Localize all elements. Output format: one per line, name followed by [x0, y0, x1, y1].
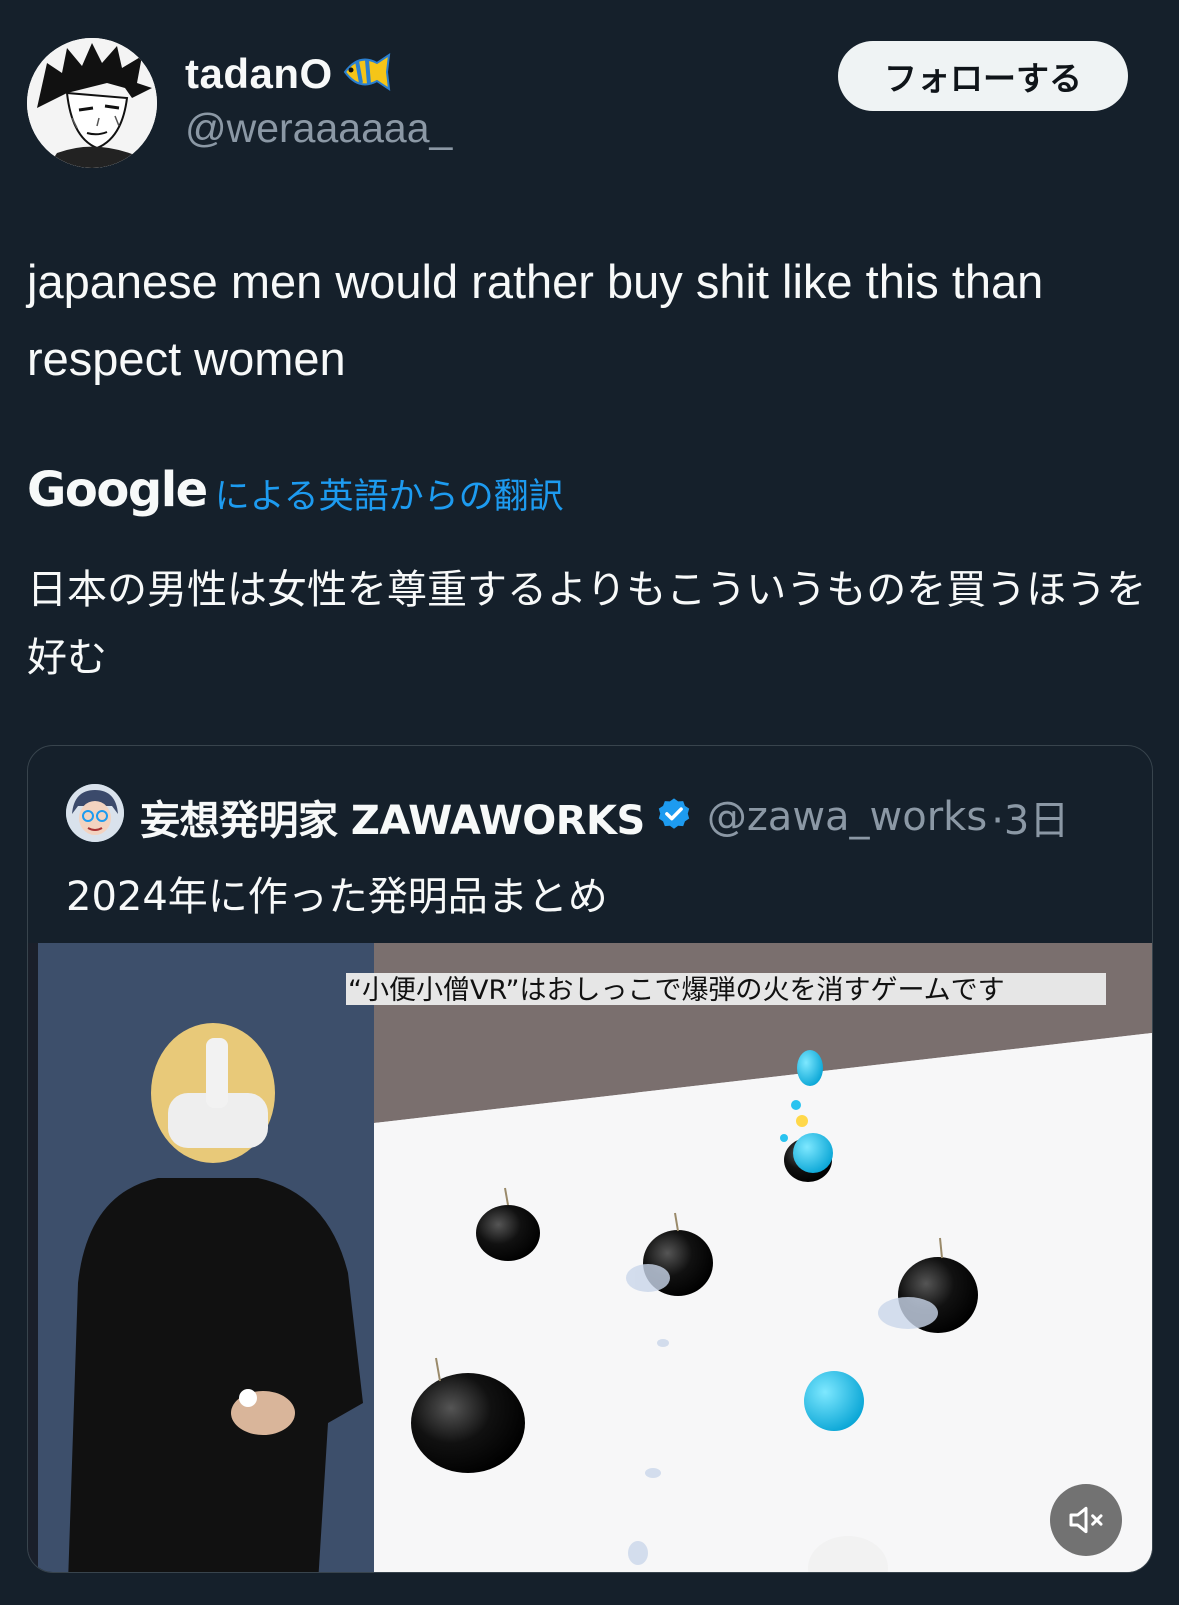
video-caption: “小便小僧VR”はおしっこで爆弾の火を消すゲームです	[348, 975, 1005, 1006]
tweet-text: japanese men would rather buy shit like …	[27, 255, 1044, 385]
quote-text: 2024年に作った発明品まとめ	[66, 874, 608, 920]
video-frame: “小便小僧VR”はおしっこで爆弾の火を消すゲームです	[28, 943, 1152, 1572]
quote-header: 妄想発明家 ZAWAWORKS @zawa_works ·3日	[140, 788, 1069, 846]
translation-attribution[interactable]: Google による英語からの翻訳	[27, 460, 564, 519]
author-display-name[interactable]: tadanO	[185, 50, 333, 98]
quote-handle[interactable]: @zawa_works	[707, 794, 987, 840]
quote-timestamp[interactable]: ·3日	[991, 788, 1069, 846]
muted-speaker-icon	[1069, 1506, 1103, 1534]
google-logo: Google	[27, 461, 208, 518]
quote-video[interactable]: “小便小僧VR”はおしっこで爆弾の火を消すゲームです	[28, 943, 1152, 1572]
mute-toggle-button[interactable]	[1050, 1484, 1122, 1556]
tropical-fish-icon	[339, 51, 395, 98]
follow-button[interactable]: フォローする	[838, 41, 1128, 111]
verified-badge-icon	[655, 796, 693, 839]
translated-text: 日本の男性は女性を尊重するよりもこういうものを買うほうを好む	[27, 567, 1147, 681]
author-handle[interactable]: @weraaaaaa_	[185, 105, 452, 152]
quote-display-name[interactable]: 妄想発明家 ZAWAWORKS	[140, 788, 645, 846]
quote-author-avatar[interactable]	[66, 784, 124, 842]
author-avatar[interactable]	[27, 38, 157, 168]
quote-tweet-card[interactable]: 妄想発明家 ZAWAWORKS @zawa_works ·3日 2024年に作っ…	[27, 745, 1153, 1573]
author-name-row[interactable]: tadanO	[185, 50, 395, 98]
translation-label[interactable]: による英語からの翻訳	[215, 468, 564, 519]
